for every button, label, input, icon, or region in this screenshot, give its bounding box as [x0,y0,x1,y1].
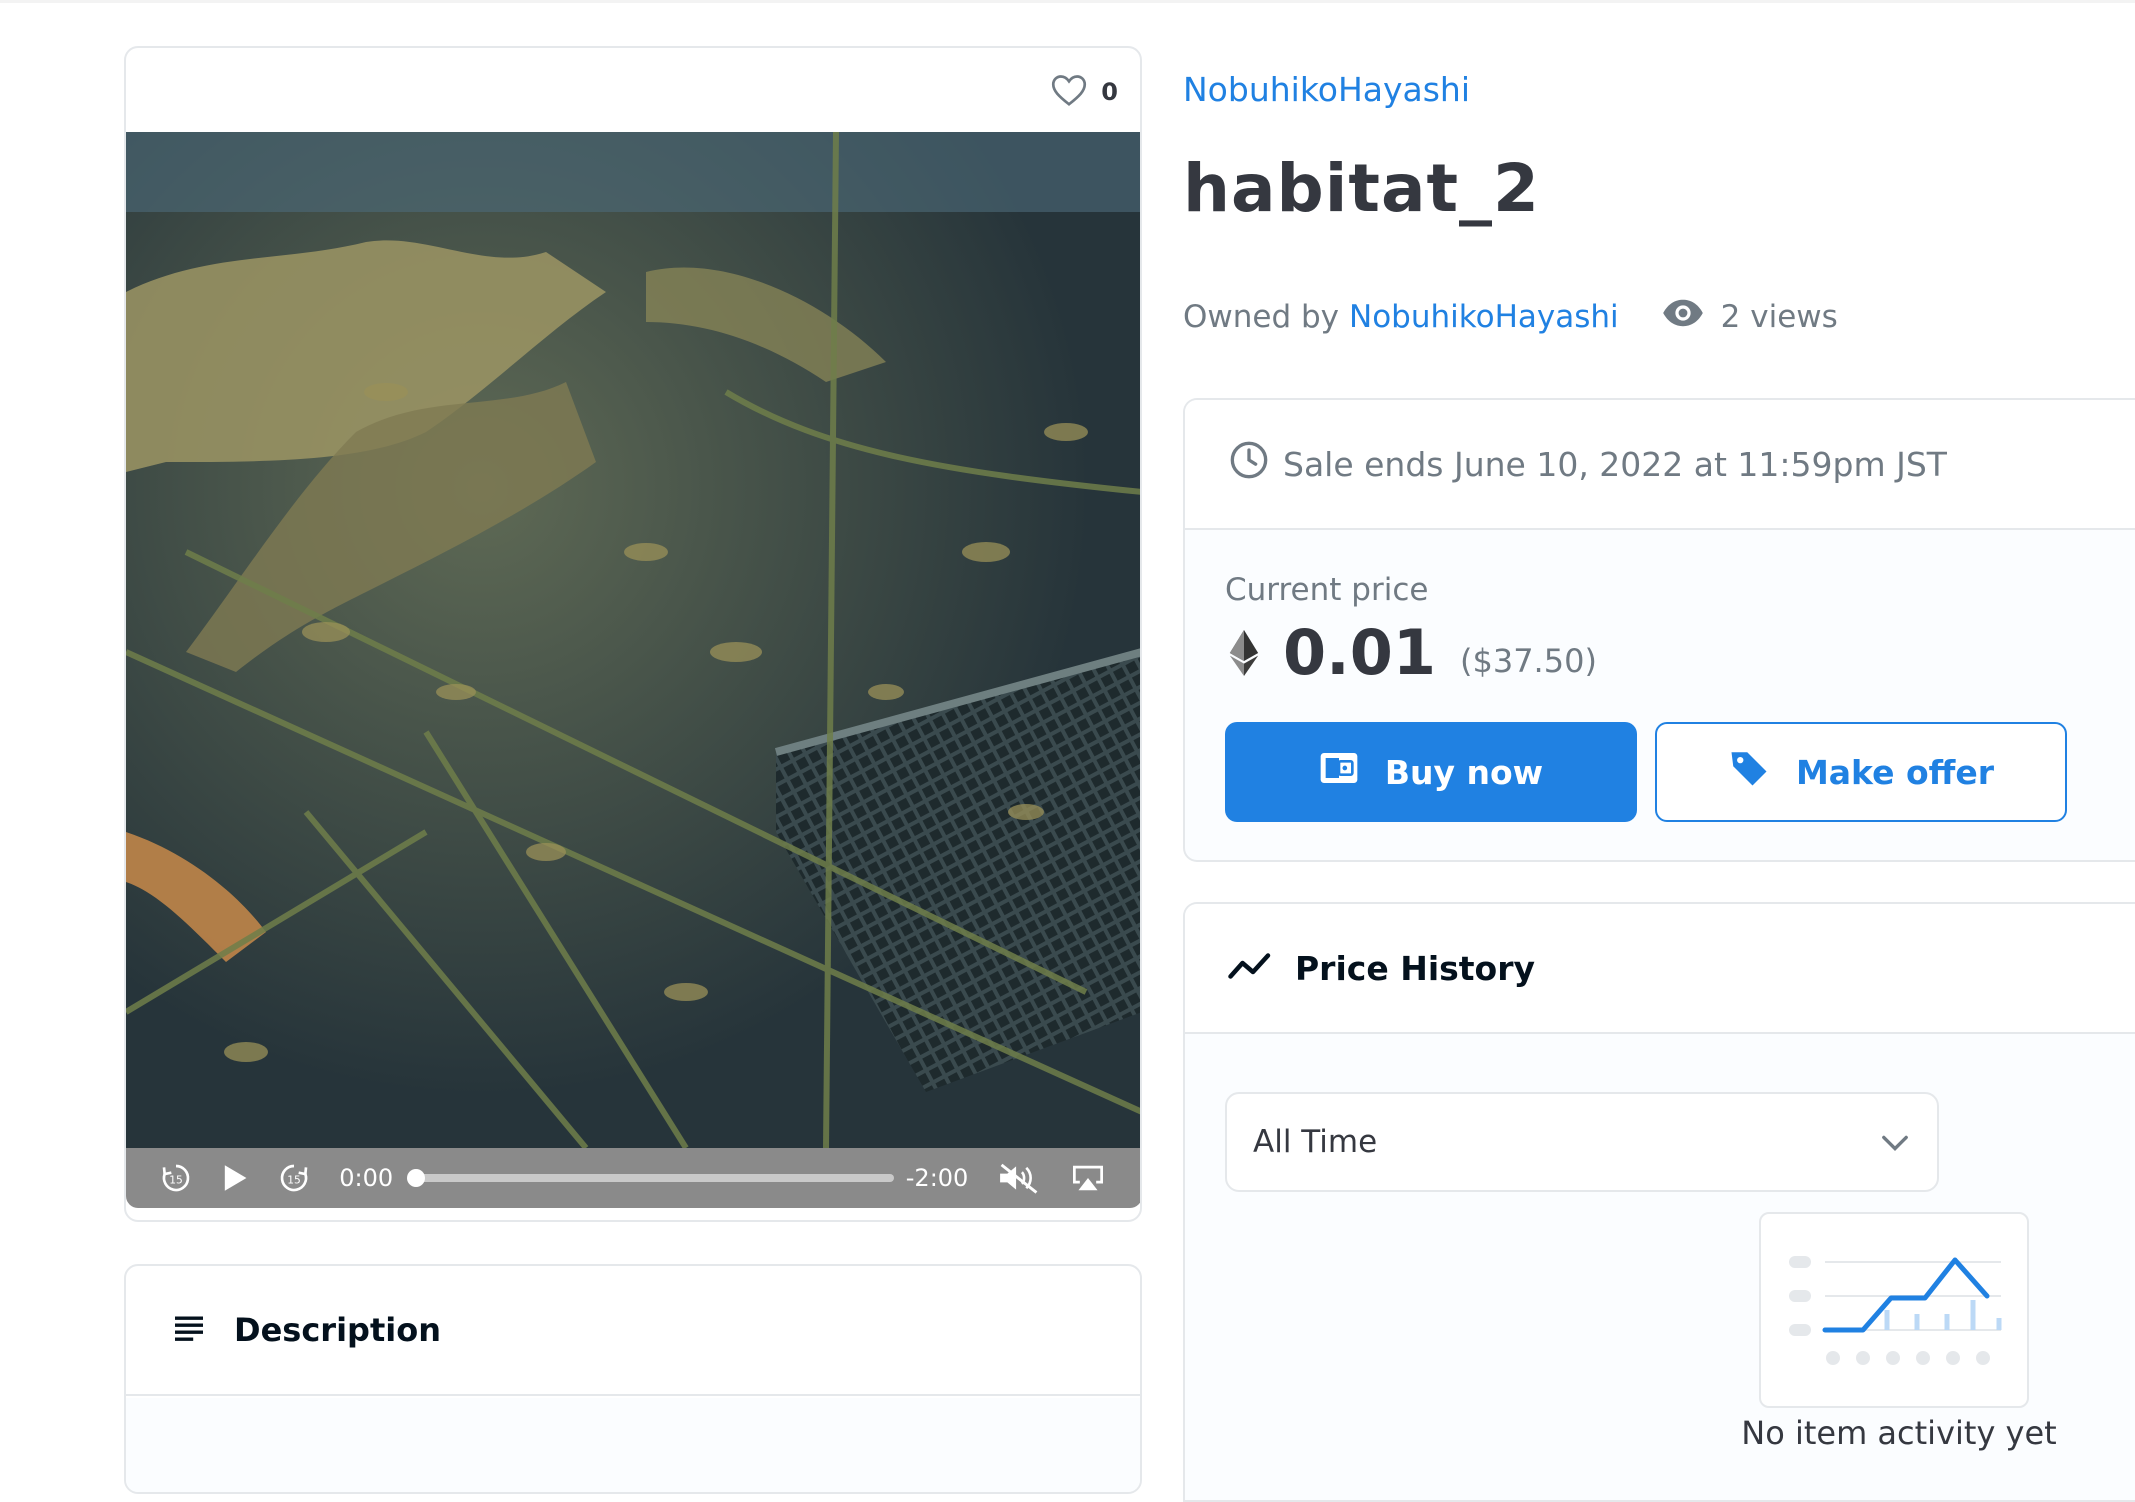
clock-icon [1229,440,1269,488]
buy-now-label: Buy now [1384,752,1544,792]
current-time: 0:00 [339,1164,394,1192]
empty-chart-illustration [1759,1212,2029,1408]
skip-back-15-icon[interactable]: 15 [156,1162,195,1194]
views-count: 2 views [1661,298,1838,336]
video-controls: 15 15 0:00 -2:00 [126,1148,1140,1208]
price-usd: ($37.50) [1459,642,1597,680]
favorites-count: 0 [1101,78,1118,106]
mute-icon[interactable] [994,1162,1043,1194]
remaining-time: -2:00 [905,1164,969,1192]
make-offer-button[interactable]: Make offer [1655,722,2067,822]
description-header[interactable]: Description [126,1266,1140,1396]
sale-end-row: Sale ends June 10, 2022 at 11:59pm JST [1185,400,2135,530]
heart-icon[interactable] [1051,73,1087,111]
airplay-icon[interactable] [1063,1163,1112,1193]
sale-card: Sale ends June 10, 2022 at 11:59pm JST C… [1183,398,2135,862]
time-range-select[interactable]: All Time [1225,1092,1939,1192]
empty-activity-text: No item activity yet [1741,1414,2057,1452]
svg-text:15: 15 [169,1173,183,1186]
play-icon[interactable] [215,1164,254,1192]
sale-end-text: Sale ends June 10, 2022 at 11:59pm JST [1283,444,1947,484]
favorite-control[interactable]: 0 [1051,72,1118,112]
price-row: 0.01 ($37.50) [1229,622,1597,684]
svg-text:15: 15 [287,1173,301,1186]
item-title: habitat_2 [1183,150,1540,227]
skip-forward-15-icon[interactable]: 15 [274,1162,313,1194]
owner-row: Owned by NobuhikoHayashi 2 views [1183,298,1838,336]
current-price-label: Current price [1225,572,1429,608]
chevron-down-icon [1881,1124,1909,1160]
eye-icon [1661,298,1705,336]
description-body [126,1398,1140,1492]
price-history-header[interactable]: Price History [1185,904,2135,1034]
media-card: 0 15 15 0:00 -2:00 [124,46,1142,1222]
description-card: Description [124,1264,1142,1494]
price-history-title: Price History [1295,948,1536,988]
make-offer-label: Make offer [1795,752,1995,792]
ethereum-icon [1229,630,1259,680]
top-divider [0,0,2135,3]
views-text: 2 views [1720,299,1838,335]
seek-bar[interactable] [407,1169,894,1187]
tag-icon [1728,747,1770,797]
price-value: 0.01 [1283,616,1436,689]
creator-link[interactable]: NobuhikoHayashi [1183,70,1470,109]
description-lines-icon [172,1314,206,1346]
trend-line-icon [1227,951,1273,985]
seek-handle[interactable] [407,1169,426,1187]
media-video[interactable] [126,132,1140,1148]
time-range-value: All Time [1253,1124,1378,1160]
price-history-card: Price History All Time No item activity … [1183,902,2135,1502]
buy-now-button[interactable]: Buy now [1225,722,1637,822]
owner-link[interactable]: NobuhikoHayashi [1349,299,1619,335]
description-title: Description [234,1311,441,1349]
owned-by-label: Owned by [1183,299,1340,335]
wallet-icon [1319,749,1359,795]
